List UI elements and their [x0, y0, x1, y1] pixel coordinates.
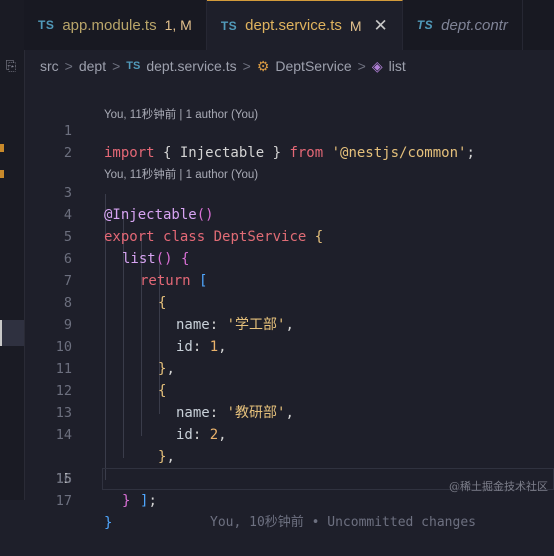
- tab-label: dept.service.ts: [245, 17, 342, 34]
- code-line: 14 },: [24, 402, 554, 465]
- chevron-right-icon: >: [242, 58, 251, 74]
- tab-dept-controller[interactable]: TS dept.contr: [403, 0, 523, 50]
- tab-label: dept.contr: [441, 16, 508, 34]
- code-line: 2: [24, 120, 554, 161]
- inline-blame[interactable]: You, 10秒钟前 • Uncommitted changes: [210, 512, 476, 534]
- code-editor[interactable]: You, 11秒钟前 | 1 author (You) 1 import { I…: [24, 82, 554, 531]
- scm-indicator-2: [0, 170, 4, 178]
- breadcrumb-dept[interactable]: dept: [79, 58, 106, 74]
- code-line: 5 list() {: [24, 204, 554, 267]
- tab-label: app.module.ts: [62, 16, 157, 34]
- activity-bar: ⎘: [0, 0, 25, 500]
- editor-tab-bar: TS app.module.ts 1, M TS dept.service.ts…: [24, 0, 554, 50]
- chevron-right-icon: >: [112, 58, 121, 74]
- watermark: @稀土掘金技术社区: [449, 480, 548, 493]
- current-code-line: 15 ]; You, 10秒钟前 • Uncommitted changes: [24, 424, 554, 530]
- code-line: 16 }: [24, 446, 554, 509]
- line-number: 17: [55, 493, 72, 509]
- tab-status: M: [349, 17, 362, 34]
- code-line: 1 import { Injectable } from '@nestjs/co…: [24, 98, 554, 161]
- code-line: 8 name: '学工部',: [24, 270, 554, 333]
- active-view-indicator[interactable]: [0, 320, 24, 346]
- code-line: 9 id: 1,: [24, 292, 554, 355]
- tab-app-module[interactable]: TS app.module.ts 1, M: [24, 0, 207, 50]
- code-line: 4 export class DeptService {: [24, 182, 554, 245]
- chevron-right-icon: >: [64, 58, 73, 74]
- code-line: 10 },: [24, 314, 554, 377]
- code-text: }: [104, 515, 113, 531]
- breadcrumb: src > dept > TS dept.service.ts > ⚙ Dept…: [24, 50, 554, 82]
- explorer-icon[interactable]: ⎘: [2, 58, 20, 74]
- tab-dept-service[interactable]: TS dept.service.ts M ✕: [206, 0, 403, 50]
- typescript-icon: TS: [220, 18, 238, 33]
- code-line: 12 name: '教研部',: [24, 358, 554, 421]
- method-icon: ◈: [371, 57, 383, 74]
- breadcrumb-src[interactable]: src: [40, 58, 59, 74]
- class-icon: ⚙: [256, 57, 270, 74]
- chevron-right-icon: >: [357, 58, 366, 74]
- tab-status: 1, M: [164, 17, 192, 33]
- scm-indicator: [0, 144, 4, 152]
- breadcrumb-class[interactable]: DeptService: [275, 58, 351, 74]
- code-text: ];: [140, 493, 157, 509]
- breadcrumb-file[interactable]: dept.service.ts: [146, 58, 236, 74]
- typescript-icon: TS: [126, 60, 141, 72]
- code-line: 7 {: [24, 248, 554, 311]
- code-text: }: [122, 493, 131, 509]
- code-line: 11 {: [24, 336, 554, 399]
- code-line: 6 return [: [24, 226, 554, 289]
- code-line: 3 @Injectable(): [24, 160, 554, 223]
- typescript-icon: TS: [416, 18, 434, 32]
- close-icon[interactable]: ✕: [374, 16, 388, 36]
- code-line: 13 id: 2,: [24, 380, 554, 443]
- breadcrumb-method[interactable]: list: [389, 58, 406, 74]
- typescript-icon: TS: [38, 18, 55, 32]
